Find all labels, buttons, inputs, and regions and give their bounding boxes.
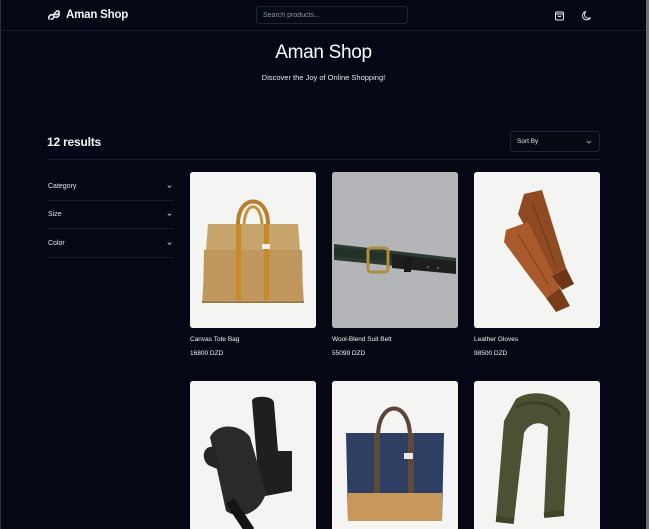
filter-label: Color bbox=[48, 240, 65, 247]
results-count: 12 results bbox=[47, 135, 102, 149]
product-price: 55099 DZD bbox=[332, 350, 366, 357]
shopping-bag-icon[interactable] bbox=[553, 9, 566, 22]
product-price: 98500 DZD bbox=[474, 350, 508, 357]
product-name[interactable]: Wool-Blend Suit Belt bbox=[332, 336, 392, 343]
tote-bag-image bbox=[332, 381, 458, 529]
product-card[interactable]: Leather Gloves 98500 DZD bbox=[474, 172, 600, 357]
search-input[interactable] bbox=[256, 6, 408, 24]
belt-image bbox=[332, 172, 458, 328]
filter-color[interactable]: Color bbox=[47, 230, 174, 258]
product-name[interactable]: Leather Gloves bbox=[474, 336, 518, 343]
chevron-down-icon bbox=[167, 213, 172, 216]
app-frame: Aman Shop Aman Shop Discover the Joy of … bbox=[0, 0, 649, 529]
navbar: Aman Shop bbox=[1, 0, 646, 31]
product-image[interactable] bbox=[474, 381, 600, 529]
divider bbox=[47, 159, 600, 160]
tote-bag-image bbox=[190, 172, 316, 328]
product-card[interactable]: Wool-Blend Suit Belt 55099 DZD bbox=[332, 172, 458, 357]
product-image[interactable] bbox=[474, 172, 600, 328]
filter-label: Size bbox=[48, 211, 62, 218]
logo-icon bbox=[48, 10, 60, 20]
filter-category[interactable]: Category bbox=[47, 173, 174, 201]
product-image[interactable] bbox=[332, 381, 458, 529]
product-card[interactable] bbox=[332, 381, 458, 529]
product-card[interactable]: Canvas Tote Bag 16800 DZD bbox=[190, 172, 316, 357]
product-price: 16800 DZD bbox=[190, 350, 224, 357]
chevron-down-icon bbox=[586, 140, 592, 144]
moon-icon[interactable] bbox=[581, 9, 594, 22]
sort-select[interactable]: Sort By bbox=[510, 131, 600, 152]
product-image[interactable] bbox=[190, 381, 316, 529]
wool-scarf-image bbox=[474, 381, 600, 529]
sort-label: Sort By bbox=[517, 138, 539, 145]
hero-title: Aman Shop bbox=[275, 42, 372, 63]
filter-label: Category bbox=[48, 183, 77, 190]
chevron-down-icon bbox=[167, 185, 172, 188]
product-name[interactable]: Canvas Tote Bag bbox=[190, 336, 239, 343]
filter-size[interactable]: Size bbox=[47, 201, 174, 229]
chevron-down-icon bbox=[167, 242, 172, 245]
product-card[interactable] bbox=[190, 381, 316, 529]
leather-gloves-image bbox=[474, 172, 600, 328]
product-image[interactable] bbox=[332, 172, 458, 328]
brand-link[interactable]: Aman Shop bbox=[47, 8, 128, 22]
hero-subtitle: Discover the Joy of Online Shopping! bbox=[261, 73, 386, 82]
mittens-image bbox=[190, 381, 316, 529]
product-image[interactable] bbox=[190, 172, 316, 328]
product-card[interactable] bbox=[474, 381, 600, 529]
brand-name: Aman Shop bbox=[66, 9, 129, 21]
